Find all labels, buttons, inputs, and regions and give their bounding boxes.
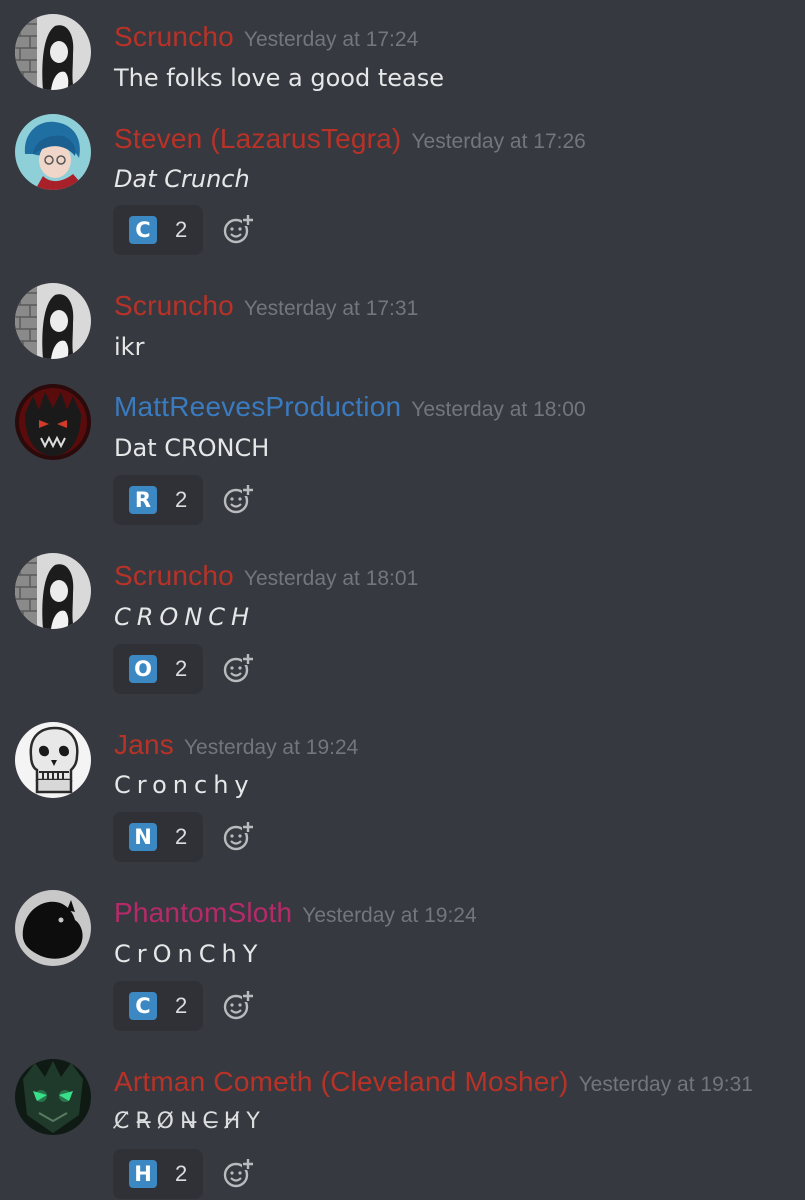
reaction-count: 2 (175, 824, 188, 849)
reaction-count: 2 (175, 1161, 188, 1186)
author-name[interactable]: Scruncho (114, 21, 234, 52)
reaction-count: 2 (175, 656, 188, 681)
message-content: ikr (114, 333, 145, 361)
regional-indicator-icon: N (129, 823, 157, 851)
monster-avatar[interactable] (15, 384, 91, 460)
timestamp: Yesterday at 17:24 (243, 28, 419, 51)
message-content: Dat CRONCH (114, 434, 270, 462)
author-name[interactable]: PhantomSloth (114, 897, 292, 928)
sloth-avatar[interactable] (15, 890, 91, 966)
reaction-button[interactable]: H 2 (113, 1149, 203, 1199)
skull-avatar[interactable] (15, 722, 91, 798)
scruncho-avatar[interactable] (15, 14, 91, 90)
anime-avatar[interactable] (15, 114, 91, 190)
add-reaction-icon[interactable] (222, 653, 254, 685)
message-content: Dat Crunch (114, 165, 250, 193)
reaction-button[interactable]: R 2 (113, 475, 203, 525)
scruncho-avatar[interactable] (15, 553, 91, 629)
message-content: The folks love a good tease (114, 64, 444, 92)
timestamp: Yesterday at 17:26 (411, 130, 586, 153)
regional-indicator-icon: C (129, 216, 157, 244)
timestamp: Yesterday at 18:01 (243, 567, 419, 590)
add-reaction-icon[interactable] (222, 1158, 254, 1190)
message-header: PhantomSloth Yesterday at 19:24 (114, 897, 477, 929)
scruncho-avatar[interactable] (15, 283, 91, 359)
reaction-button[interactable]: N 2 (113, 812, 203, 862)
add-reaction-icon[interactable] (222, 484, 254, 516)
timestamp: Yesterday at 17:31 (243, 297, 419, 320)
author-name[interactable]: Jans (114, 729, 174, 760)
reaction-button[interactable]: C 2 (113, 981, 203, 1031)
regional-indicator-icon: O (129, 655, 157, 683)
author-name[interactable]: Artman Cometh (Cleveland Mosher) (114, 1066, 569, 1097)
reaction-button[interactable]: C 2 (113, 205, 203, 255)
regional-indicator-icon: H (129, 1160, 157, 1188)
message-header: Steven (LazarusTegra) Yesterday at 17:26 (114, 123, 586, 155)
add-reaction-icon[interactable] (222, 821, 254, 853)
add-reaction-icon[interactable] (222, 990, 254, 1022)
message-header: MattReevesProduction Yesterday at 18:00 (114, 391, 586, 423)
alien-avatar[interactable] (15, 1059, 91, 1135)
add-reaction-icon[interactable] (222, 214, 254, 246)
author-name[interactable]: MattReevesProduction (114, 391, 401, 422)
timestamp: Yesterday at 19:24 (183, 736, 359, 759)
author-name[interactable]: Steven (LazarusTegra) (114, 123, 401, 154)
author-name[interactable]: Scruncho (114, 560, 234, 591)
regional-indicator-icon: C (129, 992, 157, 1020)
message-header: Scruncho Yesterday at 17:24 (114, 21, 418, 53)
timestamp: Yesterday at 19:31 (578, 1073, 753, 1096)
message-content: CrOnChY (114, 940, 264, 968)
reaction-button[interactable]: O 2 (113, 644, 203, 694)
message-content: C̸R̶O̸N̶C̶H̸Y (114, 1109, 266, 1134)
message-content: CRONCH (114, 603, 256, 631)
timestamp: Yesterday at 18:00 (411, 398, 586, 421)
message-content: Cronchy (114, 771, 255, 799)
timestamp: Yesterday at 19:24 (302, 904, 477, 927)
message-header: Jans Yesterday at 19:24 (114, 729, 358, 761)
reaction-count: 2 (175, 993, 188, 1018)
reaction-count: 2 (175, 487, 188, 512)
message-header: Scruncho Yesterday at 17:31 (114, 290, 418, 322)
message-header: Artman Cometh (Cleveland Mosher) Yesterda… (114, 1066, 753, 1098)
regional-indicator-icon: R (129, 486, 157, 514)
message-header: Scruncho Yesterday at 18:01 (114, 560, 418, 592)
reaction-count: 2 (175, 217, 188, 242)
author-name[interactable]: Scruncho (114, 290, 234, 321)
